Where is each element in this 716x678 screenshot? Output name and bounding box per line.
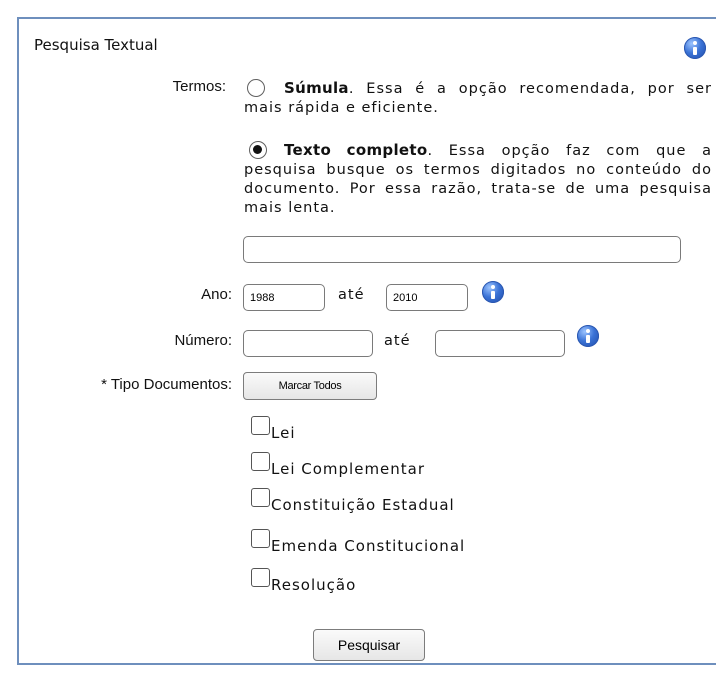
ano-info-icon[interactable] (482, 281, 504, 303)
checkbox-lei-label: Lei (271, 424, 296, 442)
checkbox-lei-complementar-label: Lei Complementar (271, 460, 426, 478)
checkbox-constituicao-estadual[interactable] (251, 488, 270, 507)
numero-from-input[interactable] (243, 330, 373, 357)
mark-all-button[interactable]: Marcar Todos (243, 372, 377, 400)
numero-label: Número: (174, 332, 232, 349)
termos-label: Termos: (172, 78, 226, 95)
ano-to-input[interactable] (386, 284, 468, 311)
checkbox-lei-complementar[interactable] (251, 452, 270, 471)
ano-label: Ano: (201, 286, 232, 303)
texto-completo-title: Texto completo (284, 141, 428, 159)
sumula-description: Súmula. Essa é a opção recomendada, por … (244, 79, 712, 118)
numero-info-icon[interactable] (577, 325, 599, 347)
checkbox-emenda-constitucional[interactable] (251, 529, 270, 548)
checkbox-emenda-constitucional-label: Emenda Constitucional (271, 537, 466, 555)
texto-completo-description: Texto completo. Essa opção faz com que a… (244, 141, 712, 218)
search-button[interactable]: Pesquisar (313, 629, 425, 661)
panel-title: Pesquisa Textual (34, 36, 158, 54)
checkbox-constituicao-estadual-label: Constituição Estadual (271, 496, 455, 514)
info-icon[interactable] (684, 37, 706, 59)
checkbox-resolucao[interactable] (251, 568, 270, 587)
numero-ate-label: até (384, 333, 411, 349)
ano-ate-label: até (338, 287, 365, 303)
checkbox-resolucao-label: Resolução (271, 576, 357, 594)
numero-to-input[interactable] (435, 330, 565, 357)
sumula-title: Súmula (284, 79, 349, 97)
tipo-documentos-label: * Tipo Documentos: (101, 376, 232, 393)
ano-from-input[interactable] (243, 284, 325, 311)
termos-search-input[interactable] (243, 236, 681, 263)
checkbox-lei[interactable] (251, 416, 270, 435)
